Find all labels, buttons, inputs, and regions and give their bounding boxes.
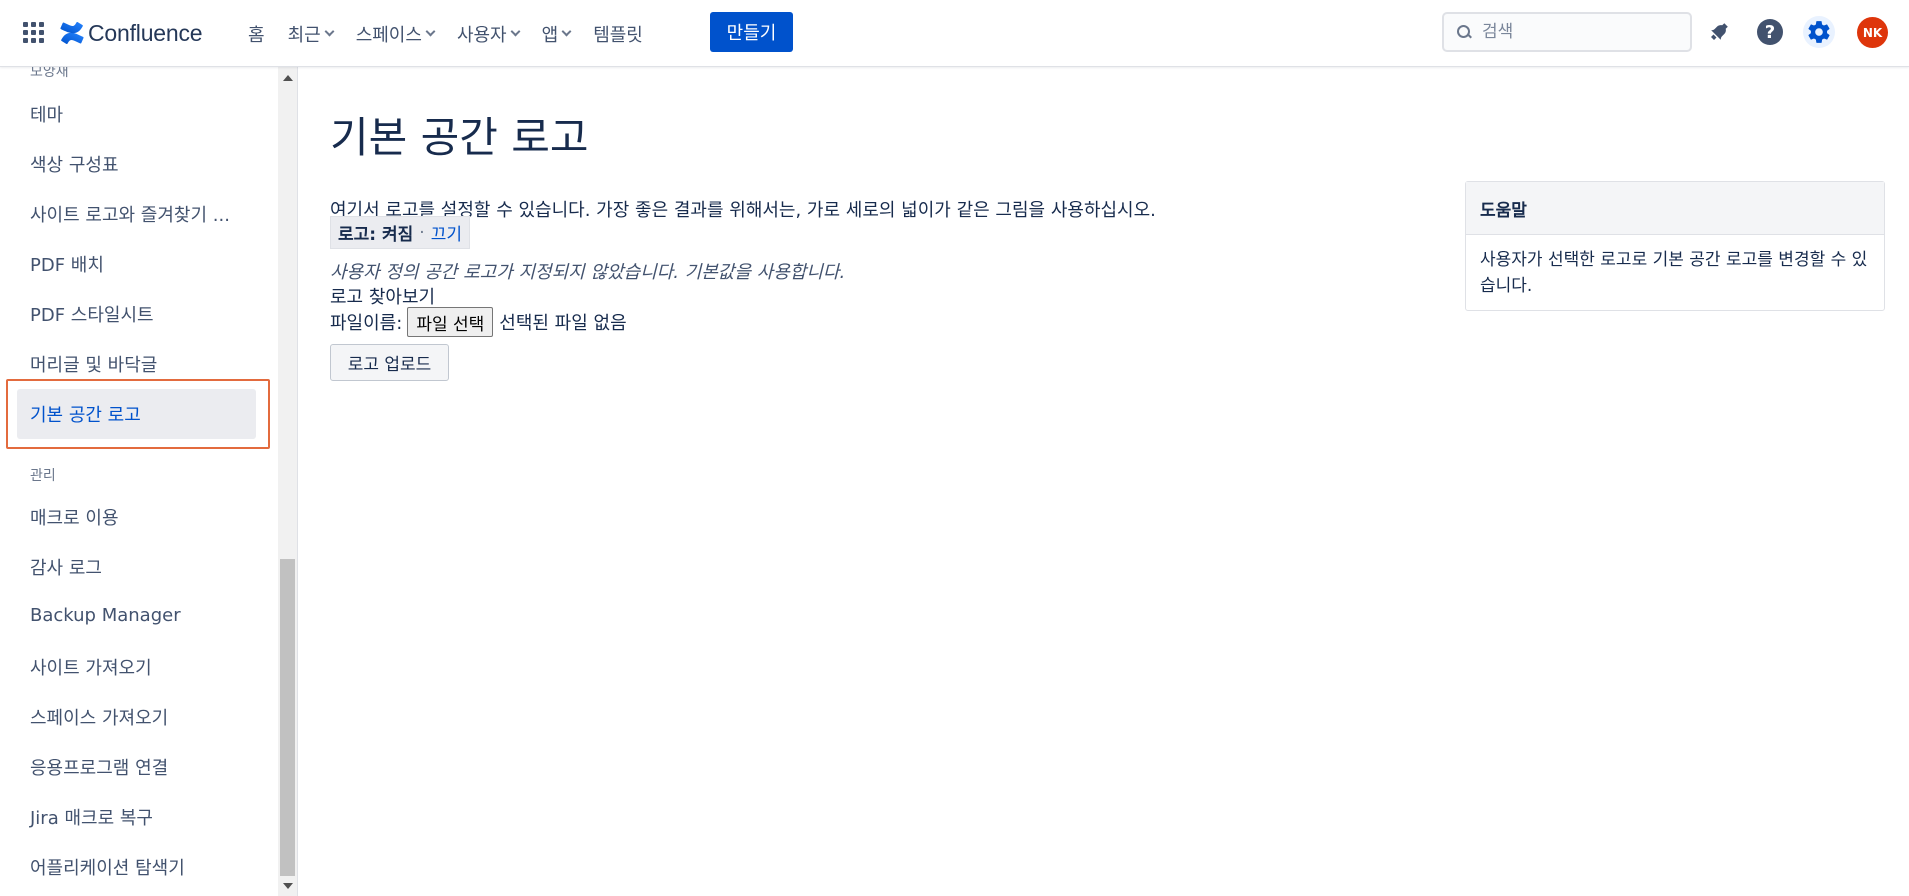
chevron-down-icon — [425, 26, 436, 37]
nav-recent-label: 최근 — [287, 24, 321, 46]
upload-logo-button[interactable]: 로고 업로드 — [330, 344, 449, 381]
sidebar-item-audit-log[interactable]: 감사 로그 — [30, 554, 102, 580]
admin-sidebar: 모양새 테마 색상 구성표 사이트 로고와 즐겨찾기 ... PDF 배치 PD… — [0, 67, 298, 896]
nav-spaces-label: 스페이스 — [355, 24, 422, 46]
scroll-down-arrow-icon[interactable] — [283, 883, 293, 889]
nav-spaces[interactable]: 스페이스 — [355, 21, 436, 47]
help-icon: ? — [1757, 19, 1783, 45]
nav-apps[interactable]: 앱 — [541, 21, 572, 47]
sidebar-item-default-space-logo[interactable]: 기본 공간 로고 — [17, 389, 256, 439]
sidebar-item-backup-manager[interactable]: Backup Manager — [30, 605, 181, 626]
sidebar-item-site-import[interactable]: 사이트 가져오기 — [30, 654, 152, 680]
sidebar-item-pdf-layout[interactable]: PDF 배치 — [30, 251, 104, 277]
logo-toggle-state: 로고: 켜짐 — [338, 225, 414, 245]
chevron-down-icon — [510, 26, 521, 37]
search-box[interactable] — [1442, 12, 1692, 52]
chevron-down-icon — [561, 26, 572, 37]
file-picker-row: 파일이름: 파일 선택 선택된 파일 없음 — [330, 307, 627, 337]
sidebar-item-application-navigator[interactable]: 어플리케이션 탐색기 — [30, 854, 185, 880]
nav-apps-label: 앱 — [541, 24, 559, 46]
sidebar-scrollbar[interactable] — [278, 67, 297, 896]
notification-button[interactable] — [1703, 16, 1735, 48]
sidebar-item-macro-usage[interactable]: 매크로 이용 — [30, 504, 119, 530]
file-status: 선택된 파일 없음 — [499, 313, 627, 334]
default-logo-notice: 사용자 정의 공간 로고가 지정되지 않았습니다. 기본값을 사용합니다. — [330, 262, 846, 283]
top-navigation: Confluence 홈 최근 스페이스 사용자 앱 템플릿 만들기 ? NK — [0, 0, 1909, 67]
nav-people[interactable]: 사용자 — [456, 21, 521, 47]
choose-file-button[interactable]: 파일 선택 — [407, 307, 494, 337]
app-switcher-icon[interactable] — [22, 21, 46, 45]
sidebar-item-color-scheme[interactable]: 색상 구성표 — [30, 151, 119, 177]
app-name: Confluence — [88, 19, 203, 46]
help-panel-title: 도움말 — [1466, 182, 1884, 235]
scroll-up-arrow-icon[interactable] — [283, 75, 293, 81]
toggle-separator: · — [419, 222, 425, 243]
confluence-logo-icon — [60, 21, 84, 45]
sidebar-item-header-footer[interactable]: 머리글 및 바닥글 — [30, 351, 157, 377]
sidebar-section-administration: 관리 — [30, 468, 56, 484]
scrollbar-thumb[interactable] — [280, 559, 295, 876]
nav-recent[interactable]: 최근 — [287, 21, 335, 47]
sidebar-item-application-links[interactable]: 응용프로그램 연결 — [30, 754, 168, 780]
nav-home-label: 홈 — [248, 24, 265, 46]
settings-button[interactable] — [1803, 16, 1835, 48]
nav-people-label: 사용자 — [456, 24, 507, 46]
confluence-logo[interactable]: Confluence — [60, 18, 203, 48]
logo-off-link[interactable]: 끄기 — [431, 220, 462, 245]
sidebar-item-pdf-stylesheet[interactable]: PDF 스타일시트 — [30, 301, 154, 327]
sidebar-item-site-logo-favicon[interactable]: 사이트 로고와 즐겨찾기 ... — [30, 201, 230, 227]
page-title: 기본 공간 로고 — [330, 113, 589, 162]
filename-label: 파일이름: — [330, 313, 403, 334]
settings-icon — [1808, 21, 1830, 43]
search-input[interactable] — [1482, 22, 1682, 42]
help-panel-body: 사용자가 선택한 로고로 기본 공간 로고를 변경할 수 있습니다. — [1480, 250, 1868, 296]
sidebar-item-themes[interactable]: 테마 — [30, 101, 63, 127]
sidebar-section-look-and-feel: 모양새 — [30, 67, 69, 80]
sidebar-item-jira-macro-repair[interactable]: Jira 매크로 복구 — [30, 804, 153, 830]
logo-toggle: 로고: 켜짐 · 끄기 — [330, 216, 470, 249]
sidebar-item-space-import[interactable]: 스페이스 가져오기 — [30, 704, 168, 730]
sidebar-item-label: 기본 공간 로고 — [30, 405, 141, 426]
nav-templates-label: 템플릿 — [593, 24, 643, 46]
avatar[interactable]: NK — [1857, 17, 1888, 48]
browse-logo-label: 로고 찾아보기 — [330, 287, 436, 308]
create-button[interactable]: 만들기 — [710, 12, 793, 52]
search-icon — [1456, 24, 1472, 40]
nav-templates[interactable]: 템플릿 — [593, 21, 643, 47]
chevron-down-icon — [324, 26, 335, 37]
primary-nav: 홈 최근 스페이스 사용자 앱 템플릿 — [248, 0, 666, 67]
help-button[interactable]: ? — [1754, 16, 1786, 48]
help-panel: 도움말 사용자가 선택한 로고로 기본 공간 로고를 변경할 수 있습니다. — [1465, 181, 1885, 311]
nav-home[interactable]: 홈 — [248, 21, 265, 47]
notification-icon — [1711, 23, 1728, 40]
